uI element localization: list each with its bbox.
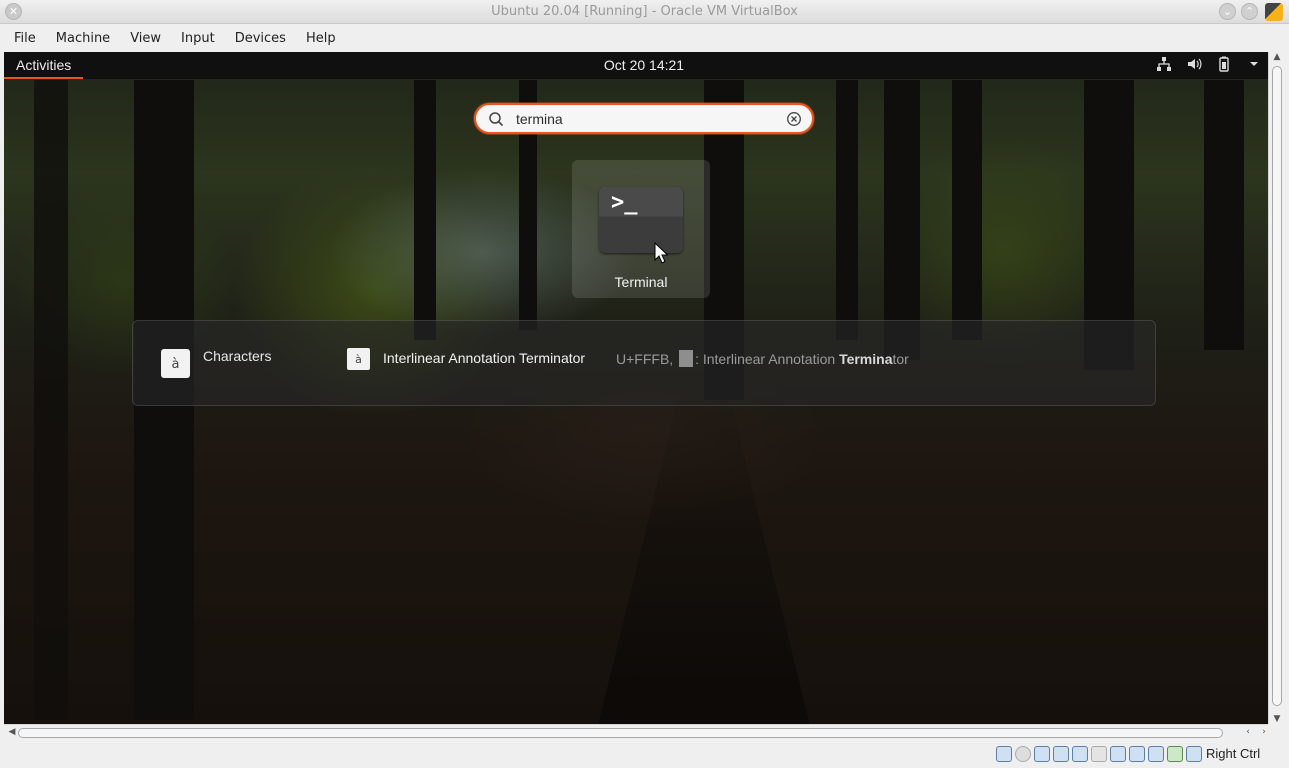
horizontal-scroll-thumb[interactable] [18, 728, 1223, 738]
hard-disk-icon[interactable] [996, 746, 1012, 762]
description-match-highlight: Termina [839, 351, 893, 367]
glyph-placeholder-box [679, 350, 694, 367]
audio-icon[interactable] [1034, 746, 1050, 762]
description-text: : Interlinear Annotation [695, 351, 840, 367]
gnome-top-bar: Activities Oct 20 14:21 [4, 52, 1268, 79]
clock[interactable]: Oct 20 14:21 [564, 57, 724, 73]
usb-icon[interactable] [1072, 746, 1088, 762]
network-adapter-icon[interactable] [1053, 746, 1069, 762]
character-result-title[interactable]: Interlinear Annotation Terminator [383, 350, 585, 366]
search-provider-characters: à Characters à Interlinear Annotation Te… [132, 320, 1156, 406]
scroll-up-arrow-icon[interactable]: ▲ [1269, 52, 1285, 62]
mouse-integration-icon[interactable] [1167, 746, 1183, 762]
search-icon [489, 112, 504, 127]
menu-arrow-icon[interactable] [1246, 56, 1262, 72]
characters-app-icon[interactable]: à [161, 349, 190, 378]
optical-disk-icon[interactable] [1015, 746, 1031, 762]
menu-input[interactable]: Input [173, 31, 223, 46]
mouse-pointer-icon [654, 242, 668, 264]
app-result-label: Terminal [614, 274, 668, 290]
search-input[interactable] [516, 109, 776, 129]
device-indicators [996, 746, 1202, 762]
vertical-scroll-thumb[interactable] [1272, 66, 1282, 706]
activities-button[interactable]: Activities [4, 52, 84, 79]
window-title: Ubuntu 20.04 [Running] - Oracle VM Virtu… [491, 4, 798, 19]
guest-display[interactable]: Activities Oct 20 14:21 termina >_ Termi… [4, 52, 1268, 724]
codepoint-text: U+FFFB, [616, 351, 674, 367]
description-suffix: tor [892, 351, 909, 367]
menu-file[interactable]: File [6, 31, 44, 46]
network-icon[interactable] [1156, 56, 1172, 72]
horizontal-scrollbar[interactable]: ◀ ‹ › [4, 724, 1268, 740]
status-bar: Right Ctrl [0, 740, 1289, 768]
maximize-button[interactable]: ⌃ [1241, 3, 1258, 20]
character-result-description[interactable]: U+FFFB, : Interlinear Annotation Termina… [616, 350, 909, 367]
menu-help[interactable]: Help [298, 31, 344, 46]
volume-icon[interactable] [1186, 56, 1202, 72]
title-bar[interactable]: ✕ Ubuntu 20.04 [Running] - Oracle VM Vir… [0, 0, 1289, 24]
virtualbox-window: ✕ Ubuntu 20.04 [Running] - Oracle VM Vir… [0, 0, 1289, 768]
display-icon[interactable] [1110, 746, 1126, 762]
system-tray[interactable] [1156, 56, 1268, 72]
provider-name[interactable]: Characters [203, 348, 271, 364]
host-key-label: Right Ctrl [1206, 746, 1261, 761]
minimize-button[interactable]: ⌄ [1219, 3, 1236, 20]
video-capture-icon[interactable] [1129, 746, 1145, 762]
scroll-down-arrow-icon[interactable]: ▼ [1269, 714, 1285, 724]
shared-folder-icon[interactable] [1091, 746, 1107, 762]
keyboard-capture-icon[interactable] [1186, 746, 1202, 762]
search-entry[interactable] [474, 103, 814, 134]
virtualbox-logo-icon [1265, 3, 1283, 21]
vm-icon[interactable] [1148, 746, 1164, 762]
vertical-scrollbar[interactable]: ▲ ▼ [1268, 52, 1284, 724]
terminal-prompt-glyph: >_ [611, 190, 638, 215]
clear-icon[interactable] [786, 111, 802, 127]
menu-devices[interactable]: Devices [227, 31, 294, 46]
menu-view[interactable]: View [122, 31, 169, 46]
menu-machine[interactable]: Machine [48, 31, 118, 46]
scroll-left-arrow-icon[interactable]: ‹ [1240, 727, 1256, 737]
battery-icon[interactable] [1216, 56, 1232, 72]
character-result-icon: à [347, 348, 370, 370]
menu-bar: File Machine View Input Devices Help [0, 24, 1289, 52]
terminal-icon: >_ [599, 187, 683, 253]
scroll-right-arrow-icon[interactable]: › [1256, 727, 1272, 737]
app-result-terminal[interactable]: >_ Terminal [572, 160, 710, 298]
